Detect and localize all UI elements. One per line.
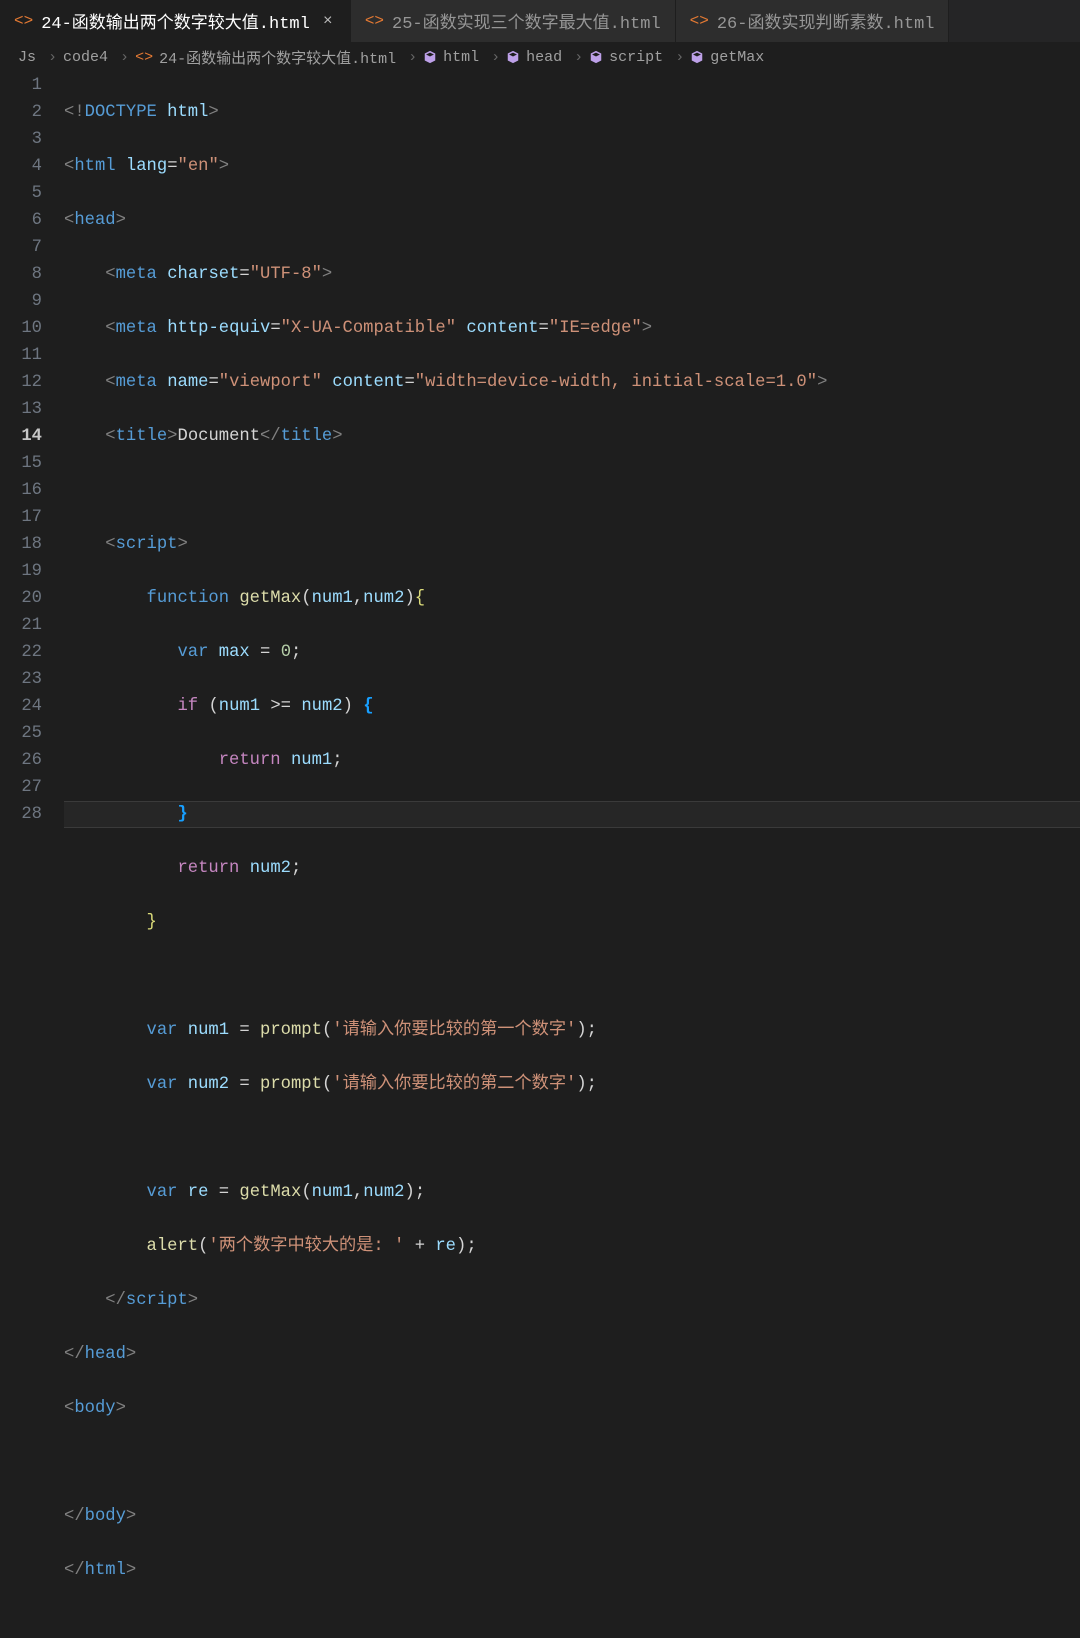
- line-number: 20: [0, 585, 42, 612]
- line-number: 13: [0, 396, 42, 423]
- breadcrumb-bar: Js › code4 › <>24-函数输出两个数字较大值.html › htm…: [0, 42, 1080, 72]
- tab-file-25[interactable]: <> 25-函数实现三个数字最大值.html: [351, 0, 676, 42]
- line-number: 10: [0, 315, 42, 342]
- line-number: 5: [0, 180, 42, 207]
- html-file-icon: <>: [135, 49, 153, 66]
- line-number: 3: [0, 126, 42, 153]
- line-number: 25: [0, 720, 42, 747]
- line-number: 14: [0, 423, 42, 450]
- close-icon[interactable]: ×: [320, 12, 336, 30]
- chevron-right-icon: ›: [491, 49, 500, 66]
- symbol-namespace-icon: [589, 50, 603, 64]
- line-number: 21: [0, 612, 42, 639]
- line-number: 1: [0, 72, 42, 99]
- symbol-namespace-icon: [506, 50, 520, 64]
- breadcrumb-getmax[interactable]: getMax: [690, 49, 764, 66]
- line-number: 9: [0, 288, 42, 315]
- chevron-right-icon: ›: [408, 49, 417, 66]
- chevron-right-icon: ›: [48, 49, 57, 66]
- tab-label: 24-函数输出两个数字较大值.html: [41, 8, 310, 34]
- breadcrumb-script[interactable]: script: [589, 49, 663, 66]
- line-number-gutter: 1234567891011121314151617181920212223242…: [0, 72, 64, 837]
- breadcrumb-head[interactable]: head: [506, 49, 562, 66]
- line-number: 27: [0, 774, 42, 801]
- tab-file-24[interactable]: <> 24-函数输出两个数字较大值.html ×: [0, 0, 351, 42]
- symbol-method-icon: [690, 50, 704, 64]
- line-number: 28: [0, 801, 42, 828]
- chevron-right-icon: ›: [675, 49, 684, 66]
- line-number: 4: [0, 153, 42, 180]
- code-editor[interactable]: 1234567891011121314151617181920212223242…: [0, 72, 1080, 837]
- symbol-namespace-icon: [423, 50, 437, 64]
- breadcrumb-code4[interactable]: code4: [63, 49, 108, 66]
- line-number: 19: [0, 558, 42, 585]
- html-file-icon: <>: [14, 12, 33, 30]
- line-number: 11: [0, 342, 42, 369]
- line-number: 2: [0, 99, 42, 126]
- chevron-right-icon: ›: [574, 49, 583, 66]
- line-number: 8: [0, 261, 42, 288]
- line-number: 18: [0, 531, 42, 558]
- line-number: 17: [0, 504, 42, 531]
- line-number: 26: [0, 747, 42, 774]
- line-number: 12: [0, 369, 42, 396]
- line-number: 24: [0, 693, 42, 720]
- code-area[interactable]: <!DOCTYPE html> <html lang="en"> <head> …: [64, 72, 1080, 837]
- breadcrumb-file[interactable]: <>24-函数输出两个数字较大值.html: [135, 47, 396, 68]
- line-number: 7: [0, 234, 42, 261]
- tab-bar: <> 24-函数输出两个数字较大值.html × <> 25-函数实现三个数字最…: [0, 0, 1080, 42]
- html-file-icon: <>: [690, 12, 709, 30]
- line-number: 15: [0, 450, 42, 477]
- chevron-right-icon: ›: [120, 49, 129, 66]
- line-number: 23: [0, 666, 42, 693]
- line-number: 22: [0, 639, 42, 666]
- tab-label: 25-函数实现三个数字最大值.html: [392, 8, 661, 34]
- html-file-icon: <>: [365, 12, 384, 30]
- tab-file-26[interactable]: <> 26-函数实现判断素数.html: [676, 0, 950, 42]
- breadcrumb-html[interactable]: html: [423, 49, 479, 66]
- line-number: 6: [0, 207, 42, 234]
- breadcrumb-js[interactable]: Js: [18, 49, 36, 66]
- tab-label: 26-函数实现判断素数.html: [717, 8, 935, 34]
- line-number: 16: [0, 477, 42, 504]
